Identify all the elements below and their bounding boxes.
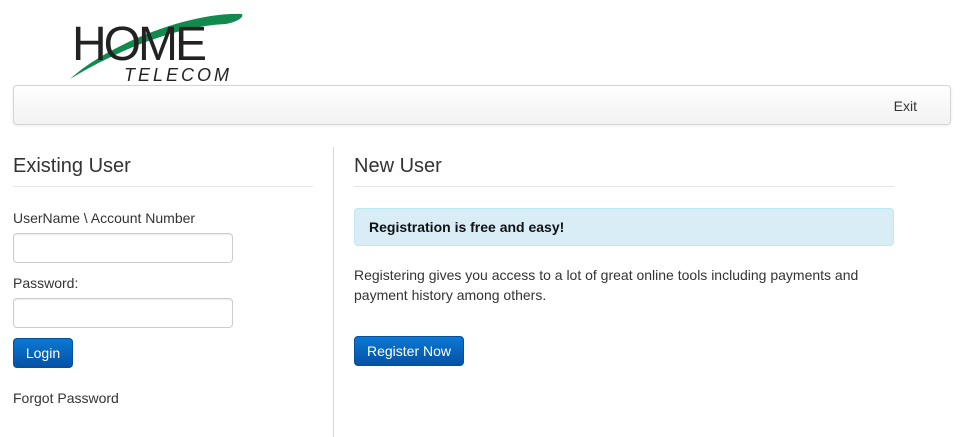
logo-telecom-text: TELECOM <box>124 65 232 84</box>
username-label: UserName \ Account Number <box>13 210 196 226</box>
existing-user-panel: Existing User UserName \ Account Number … <box>13 147 313 437</box>
register-now-button[interactable]: Register Now <box>354 336 464 366</box>
forgot-password-link[interactable]: Forgot Password <box>13 390 119 406</box>
new-user-panel: New User Registration is free and easy! … <box>354 147 894 437</box>
password-input[interactable] <box>13 298 233 328</box>
home-telecom-logo: HOME TELECOM <box>66 6 246 84</box>
logo-graphic: HOME TELECOM <box>70 13 243 84</box>
column-divider <box>333 147 334 437</box>
new-user-title: New User <box>354 147 894 187</box>
existing-user-title: Existing User <box>13 147 313 187</box>
username-input[interactable] <box>13 233 233 263</box>
logo-home-text: HOME <box>72 18 205 71</box>
password-label: Password: <box>13 275 79 291</box>
exit-link[interactable]: Exit <box>894 98 917 114</box>
login-page: HOME TELECOM Exit Existing User UserName… <box>0 0 961 437</box>
registration-alert: Registration is free and easy! <box>354 208 894 246</box>
login-button[interactable]: Login <box>13 338 73 368</box>
top-navbar: Exit <box>13 85 951 125</box>
registration-description: Registering gives you access to a lot of… <box>354 267 859 303</box>
